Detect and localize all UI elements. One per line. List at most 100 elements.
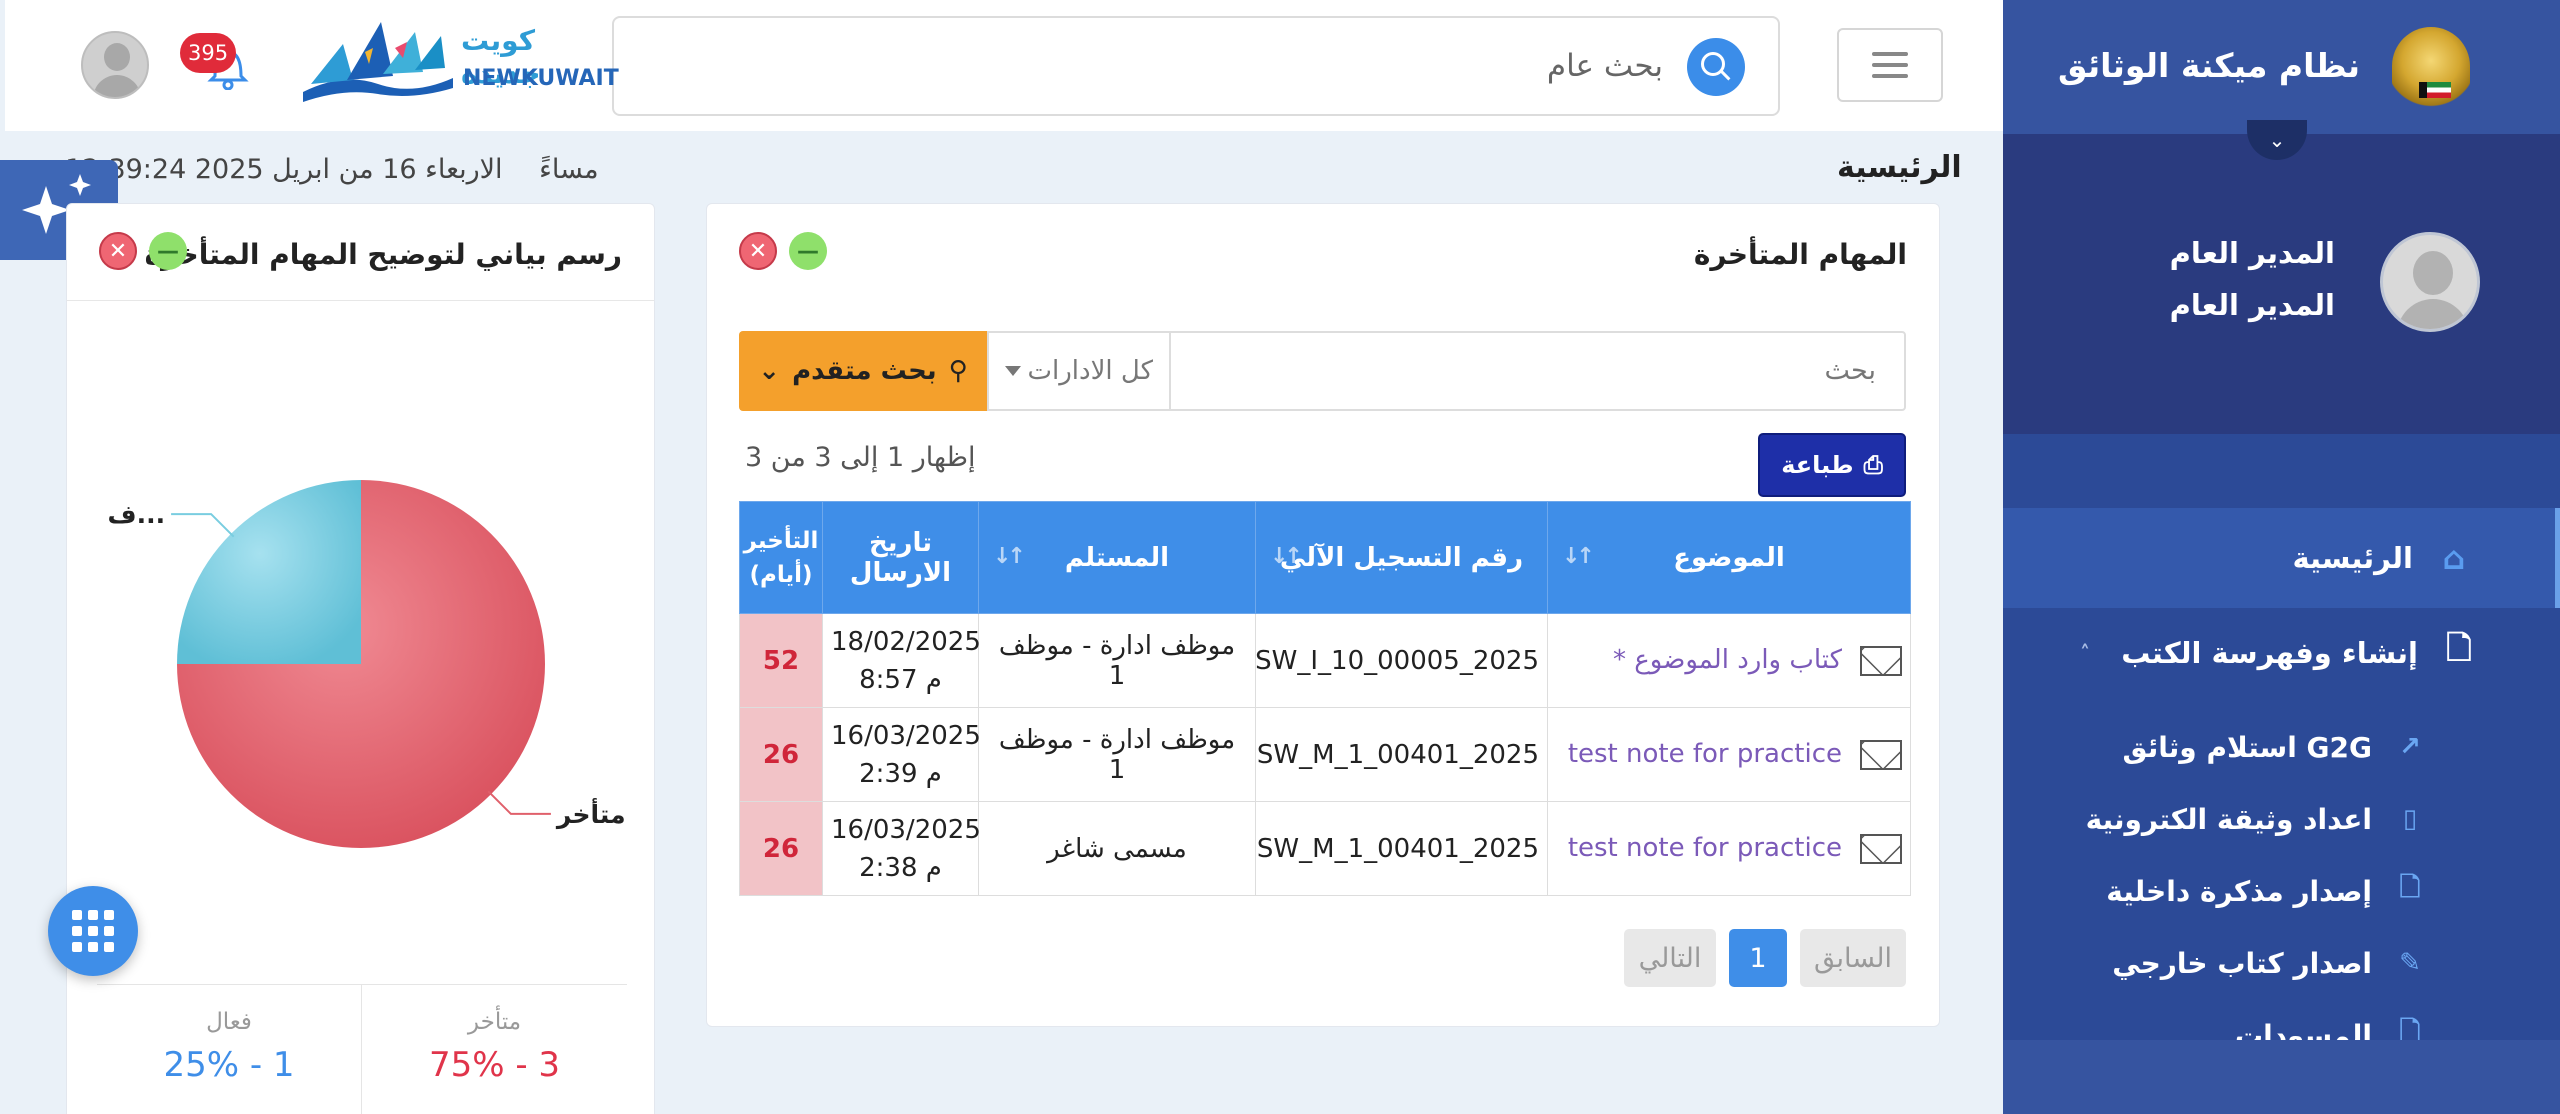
advanced-search-label: بحث متقدم [792, 356, 937, 386]
cell-delay: 52 [739, 613, 823, 708]
subject-link[interactable]: test note for practice [1568, 833, 1842, 863]
cell-reg-no: SW_M_1_00401_2025 [1255, 707, 1548, 802]
department-select[interactable]: كل الادارات [987, 331, 1171, 411]
table-row[interactable]: test note for practice SW_M_1_00401_2025… [739, 801, 1911, 896]
caret-down-icon [1005, 366, 1021, 376]
avatar[interactable] [81, 31, 149, 99]
late-tasks-pie-chart: متأخر ف... [108, 480, 626, 848]
sidebar-item-e-document[interactable]: ▯ اعداد وثيقة الكترونية [2003, 786, 2560, 852]
column-header-recipient[interactable]: المستلم ↑↓ [978, 501, 1256, 614]
late-tasks-card: المهام المتأخرة ✕ — بحث كل الادارات ⌄ بح… [706, 203, 1940, 1027]
time-value: 2:39 م [859, 758, 942, 789]
column-header-reg-no[interactable]: رقم التسجيل الآلي ↑↓ [1255, 501, 1548, 614]
stat-label: متأخر [467, 1009, 522, 1035]
advanced-search-button[interactable]: ⌄ بحث متقدم ⚲ [739, 331, 987, 411]
user-panel: المدير العام المدير العام [2003, 134, 2560, 434]
stat-late: متأخر 75% - 3 [362, 985, 627, 1114]
apps-grid-button[interactable] [48, 886, 138, 976]
sidebar-footer [2003, 1040, 2560, 1114]
sidebar-item-external-letter[interactable]: ✎ اصدار كتاب خارجي [2003, 930, 2560, 996]
global-search-input[interactable]: بحث عام [612, 16, 1780, 116]
column-header-date[interactable]: تاريخ الارسال [822, 501, 979, 614]
chevron-up-icon: ˄ [2080, 641, 2090, 665]
current-date: الاربعاء 16 من ابريل 2025 [194, 154, 503, 185]
notification-count-badge: 395 [180, 33, 237, 73]
tasks-search-input[interactable]: بحث [1166, 331, 1906, 411]
tasks-search-placeholder: بحث [1824, 355, 1876, 386]
pagination-next[interactable]: التالي [1624, 929, 1716, 987]
stat-active: فعال 25% - 1 [97, 985, 362, 1114]
sidebar-item-g2g[interactable]: ↗ استلام وثائق G2G [2003, 714, 2560, 780]
grid-icon-cell [72, 942, 82, 952]
cell-date: 16/03/2025 2:38 م [822, 801, 981, 896]
chevron-down-icon: ⌄ [758, 356, 781, 386]
cell-recipient: موظف ادارة - موظف 1 [978, 707, 1256, 802]
column-header-label: المستلم [1064, 542, 1170, 573]
search-icon[interactable] [1687, 38, 1745, 96]
subject-link[interactable]: كتاب وارد الموضوع * [1613, 645, 1842, 675]
sidebar-item-internal-memo[interactable]: 🗋 إصدار مذكرة داخلية [2003, 858, 2560, 924]
date-value: 18/02/2025 [831, 626, 981, 657]
cell-subject[interactable]: كتاب وارد الموضوع * [1547, 613, 1911, 708]
column-header-subject[interactable]: الموضوع ↑↓ [1547, 501, 1911, 614]
table-row[interactable]: كتاب وارد الموضوع * SW_I_10_00005_2025 م… [739, 613, 1911, 708]
app-title: نظام ميكنة الوثائق [2058, 46, 2360, 85]
breadcrumb[interactable]: الرئيسية [1837, 150, 1962, 185]
search-icon: ⚲ [948, 356, 968, 386]
chevron-down-icon: ⌄ [2268, 128, 2286, 152]
pie-label: ف... [108, 500, 166, 529]
book-icon: ▯ [2402, 804, 2418, 834]
sidebar-item-label: الرئيسية [2292, 541, 2413, 575]
minus-icon: — [797, 238, 819, 264]
paging-info: إظهار 1 إلى 3 من 3 [745, 442, 976, 473]
pie-slice-2[interactable] [177, 480, 361, 664]
cell-subject[interactable]: test note for practice [1547, 801, 1911, 896]
stat-value: 25% - 1 [163, 1045, 295, 1085]
column-header-label: رقم التسجيل الآلي [1279, 542, 1524, 573]
menu-toggle-button[interactable] [1837, 28, 1943, 102]
subject-link[interactable]: test note for practice [1568, 739, 1842, 769]
cell-subject[interactable]: test note for practice [1547, 707, 1911, 802]
sidebar-item-home[interactable]: ⌂ الرئيسية [2003, 508, 2560, 608]
envelope-icon [1860, 739, 1902, 770]
chart-stats: متأخر 75% - 3 فعال 25% - 1 [97, 984, 627, 1114]
close-icon: ✕ [748, 238, 768, 264]
home-icon: ⌂ [2442, 539, 2466, 577]
grid-icon-cell [104, 926, 114, 936]
sidebar-item-label: إنشاء وفهرسة الكتب [2121, 636, 2418, 670]
grid-icon-cell [72, 926, 82, 936]
print-label: طباعة [1781, 451, 1854, 479]
hamburger-icon-line [1872, 74, 1908, 78]
external-link-icon: ↗ [2399, 732, 2421, 762]
cell-recipient: موظف ادارة - موظف 1 [978, 613, 1256, 708]
cell-reg-no: SW_I_10_00005_2025 [1255, 613, 1548, 708]
late-tasks-title: المهام المتأخرة [1693, 238, 1907, 271]
sidebar-menu: ⌂ الرئيسية 🗋 إنشاء وفهرسة الكتب ˄ ↗ استل… [2003, 434, 2560, 1052]
pie-label: متأخر [555, 798, 626, 830]
late-tasks-chart-card: رسم بياني لتوضيح المهام المتأخرة ✕ — متأ… [66, 203, 655, 1114]
grid-icon-cell [88, 926, 98, 936]
sidebar-item-create-index[interactable]: 🗋 إنشاء وفهرسة الكتب ˄ [2003, 608, 2560, 698]
topbar: بحث عام كويت جديدة NEWKUWAIT 395 [5, 0, 2003, 131]
column-header-delay[interactable]: التأخير (أيام) [739, 501, 823, 614]
file-plus-icon: 🗋 [2446, 629, 2472, 667]
global-search-placeholder: بحث عام [1546, 48, 1663, 84]
close-card-button[interactable]: ✕ [739, 232, 777, 270]
table-row[interactable]: test note for practice SW_M_1_00401_2025… [739, 707, 1911, 802]
cell-delay: 26 [739, 801, 823, 896]
cell-delay: 26 [739, 707, 823, 802]
sidebar-header: نظام ميكنة الوثائق [2003, 0, 2560, 134]
pagination-previous[interactable]: السابق [1800, 929, 1906, 987]
user-name: المدير العام [2169, 236, 2335, 270]
pagination-page-1[interactable]: 1 [1729, 929, 1787, 987]
minimize-card-button[interactable]: — [789, 232, 827, 270]
print-button[interactable]: طباعة ⎙ [1758, 433, 1906, 497]
sort-icon: ↑↓ [1562, 544, 1595, 569]
hamburger-icon-line [1872, 63, 1908, 67]
sidebar: نظام ميكنة الوثائق المدير العام المدير ا… [2003, 0, 2560, 1114]
time-value: 2:38 م [859, 852, 942, 883]
late-tasks-table: الموضوع ↑↓ رقم التسجيل الآلي ↑↓ المستلم ↑↓ … [739, 501, 1911, 896]
sidebar-item-label: استلام وثائق G2G [2122, 730, 2372, 764]
file-plus-icon: 🗋 [2399, 873, 2421, 903]
column-header-label: التأخير (أيام) [743, 527, 819, 588]
